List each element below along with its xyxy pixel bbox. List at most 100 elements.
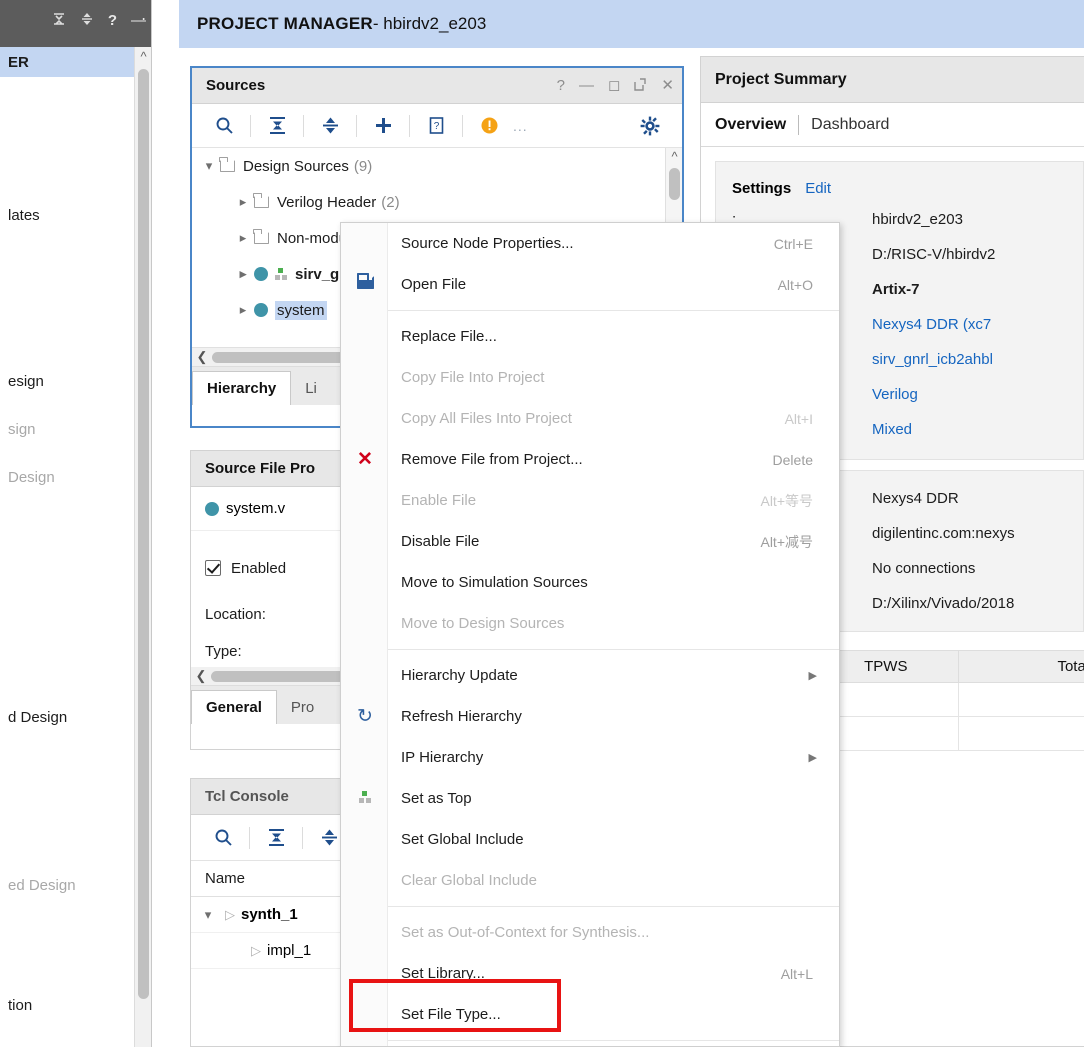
menu-separator	[388, 649, 839, 650]
add-sources-icon[interactable]	[365, 111, 401, 141]
run-icon[interactable]: ▷	[219, 907, 241, 923]
menu-item-disable-file[interactable]: Disable File Alt+减号	[341, 521, 839, 562]
menu-item-replace-file[interactable]: Replace File...	[341, 316, 839, 357]
chevron-right-icon[interactable]: ▸	[232, 302, 254, 318]
more-icon[interactable]: ...	[507, 118, 528, 134]
chevron-down-icon[interactable]: ▾	[197, 907, 219, 923]
menu-item-remove-file-from-project[interactable]: ✕ Remove File from Project... Delete	[341, 439, 839, 480]
search-icon[interactable]	[205, 823, 241, 853]
chevron-down-icon[interactable]: ▾	[198, 158, 220, 174]
open-folder-icon	[353, 273, 377, 293]
search-icon[interactable]	[206, 111, 242, 141]
collapse-all-icon[interactable]	[259, 111, 295, 141]
chevron-right-icon[interactable]: ▸	[232, 230, 254, 246]
scrollbar-thumb[interactable]	[138, 69, 149, 999]
row-value[interactable]: Nexys4 DDR (xc7	[872, 316, 991, 333]
menu-item-label: Set as Out-of-Context for Synthesis...	[401, 924, 650, 941]
sidebar-item-language-templates[interactable]: lates	[0, 200, 151, 230]
report-icon[interactable]: ?	[418, 111, 454, 141]
menu-item-open-file[interactable]: Open File Alt+O	[341, 264, 839, 305]
project-summary-title: Project Summary	[715, 70, 847, 88]
settings-edit-link[interactable]: Edit	[805, 180, 831, 197]
project-summary-tabs[interactable]: Overview Dashboard	[701, 103, 1084, 147]
sources-toolbar[interactable]: ? ...	[192, 104, 682, 148]
collapse-all-icon[interactable]	[52, 12, 66, 29]
tree-item-verilog-header[interactable]: ▸ Verilog Header (2)	[192, 184, 682, 220]
row-value: Artix-7	[872, 281, 920, 298]
sidebar-item-open-implemented-design[interactable]: d Design	[0, 702, 151, 732]
titlebar-button-group[interactable]: ? —	[52, 12, 146, 29]
tab-general[interactable]: General	[191, 690, 277, 724]
settings-icon[interactable]	[632, 111, 668, 141]
menu-item-label: Set Library...	[401, 965, 485, 982]
sidebar-scrollbar[interactable]: ^	[134, 47, 151, 1047]
chevron-right-icon[interactable]: ▸	[232, 194, 254, 210]
tab-dashboard[interactable]: Dashboard	[811, 116, 889, 134]
run-icon[interactable]: ▷	[245, 943, 267, 959]
tree-item-count: (9)	[353, 157, 373, 175]
expand-all-icon[interactable]	[312, 111, 348, 141]
module-icon	[205, 501, 219, 516]
table-header-total-power[interactable]: Total Power	[958, 650, 1084, 683]
sidebar-item-run-synthesis[interactable]: sign	[0, 414, 151, 444]
tab-label: Hierarchy	[207, 380, 277, 397]
tab-label: Pro	[290, 698, 315, 716]
menu-item-label: Move to Design Sources	[401, 615, 565, 632]
context-menu[interactable]: Source Node Properties... Ctrl+E Open Fi…	[340, 222, 840, 1047]
collapse-all-icon[interactable]	[258, 823, 294, 853]
sidebar-item-open-implemented-design-2[interactable]: ed Design	[0, 870, 151, 900]
row-value[interactable]: Verilog	[872, 386, 918, 403]
menu-item-label: Copy File Into Project	[401, 369, 545, 386]
menu-item-ip-hierarchy[interactable]: IP Hierarchy ▶	[341, 737, 839, 778]
sidebar-item-label: tion	[8, 996, 33, 1014]
help-icon[interactable]: ?	[108, 13, 117, 28]
scroll-left-icon[interactable]: ❮	[193, 668, 209, 684]
menu-item-set-library[interactable]: Set Library... Alt+L	[341, 953, 839, 994]
help-icon[interactable]: ?	[557, 78, 565, 93]
tab-libraries[interactable]: Li	[291, 371, 331, 405]
menu-item-hierarchy-update[interactable]: Hierarchy Update ▶	[341, 655, 839, 696]
refresh-icon: ↻	[357, 706, 373, 727]
tree-item-label: Verilog Header	[277, 193, 377, 211]
menu-item-label: Clear Global Include	[401, 872, 537, 889]
scrollbar-thumb[interactable]	[669, 168, 680, 200]
row-value[interactable]: Mixed	[872, 421, 912, 438]
sidebar-item-project-manager[interactable]: ER	[0, 47, 151, 77]
tree-item-count: (2)	[381, 193, 400, 211]
folder-icon	[253, 229, 269, 244]
menu-item-set-global-include[interactable]: Set Global Include	[341, 819, 839, 860]
menu-item-source-node-properties[interactable]: Source Node Properties... Ctrl+E	[341, 223, 839, 264]
sidebar-item-generate-bitstream[interactable]: tion	[0, 990, 151, 1020]
menu-separator	[388, 310, 839, 311]
warning-icon[interactable]	[471, 111, 507, 141]
maximize-icon[interactable]: ◻	[608, 78, 620, 93]
expand-all-icon[interactable]	[80, 12, 94, 29]
sidebar-item-open-elaborated-design[interactable]: esign	[0, 366, 151, 396]
minimize-icon[interactable]: —	[131, 13, 146, 28]
sidebar-item-label: lates	[8, 206, 40, 224]
close-icon[interactable]: ✕	[661, 78, 674, 93]
row-value: No connections	[872, 560, 976, 577]
tab-overview[interactable]: Overview	[715, 116, 786, 134]
menu-item-set-file-type[interactable]: Set File Type...	[341, 994, 839, 1035]
tab-hierarchy[interactable]: Hierarchy	[192, 371, 292, 405]
sources-titlebar: Sources ? — ◻ ✕	[192, 68, 682, 104]
row-value[interactable]: sirv_gnrl_icb2ahbl	[872, 351, 993, 368]
chevron-right-icon[interactable]: ▸	[232, 266, 254, 282]
remove-x-icon: ✕	[357, 449, 373, 470]
scroll-up-icon[interactable]: ^	[135, 49, 151, 65]
menu-item-refresh-hierarchy[interactable]: ↻ Refresh Hierarchy	[341, 696, 839, 737]
row-key: Location:	[205, 605, 266, 623]
menu-item-set-as-top[interactable]: Set as Top	[341, 778, 839, 819]
enabled-checkbox[interactable]	[205, 560, 221, 576]
table-cell	[958, 682, 1084, 717]
menu-item-move-to-simulation-sources[interactable]: Move to Simulation Sources	[341, 562, 839, 603]
tree-item-design-sources[interactable]: ▾ Design Sources (9)	[192, 148, 682, 184]
scroll-up-icon[interactable]: ^	[666, 149, 682, 164]
tab-properties[interactable]: Pro	[277, 690, 328, 724]
tree-item-label: Design Sources	[243, 157, 349, 175]
float-icon[interactable]	[634, 77, 647, 94]
minimize-icon[interactable]: —	[579, 78, 594, 93]
scroll-left-icon[interactable]: ❮	[194, 349, 210, 365]
sidebar-item-open-synthesized-design[interactable]: Design	[0, 462, 151, 492]
